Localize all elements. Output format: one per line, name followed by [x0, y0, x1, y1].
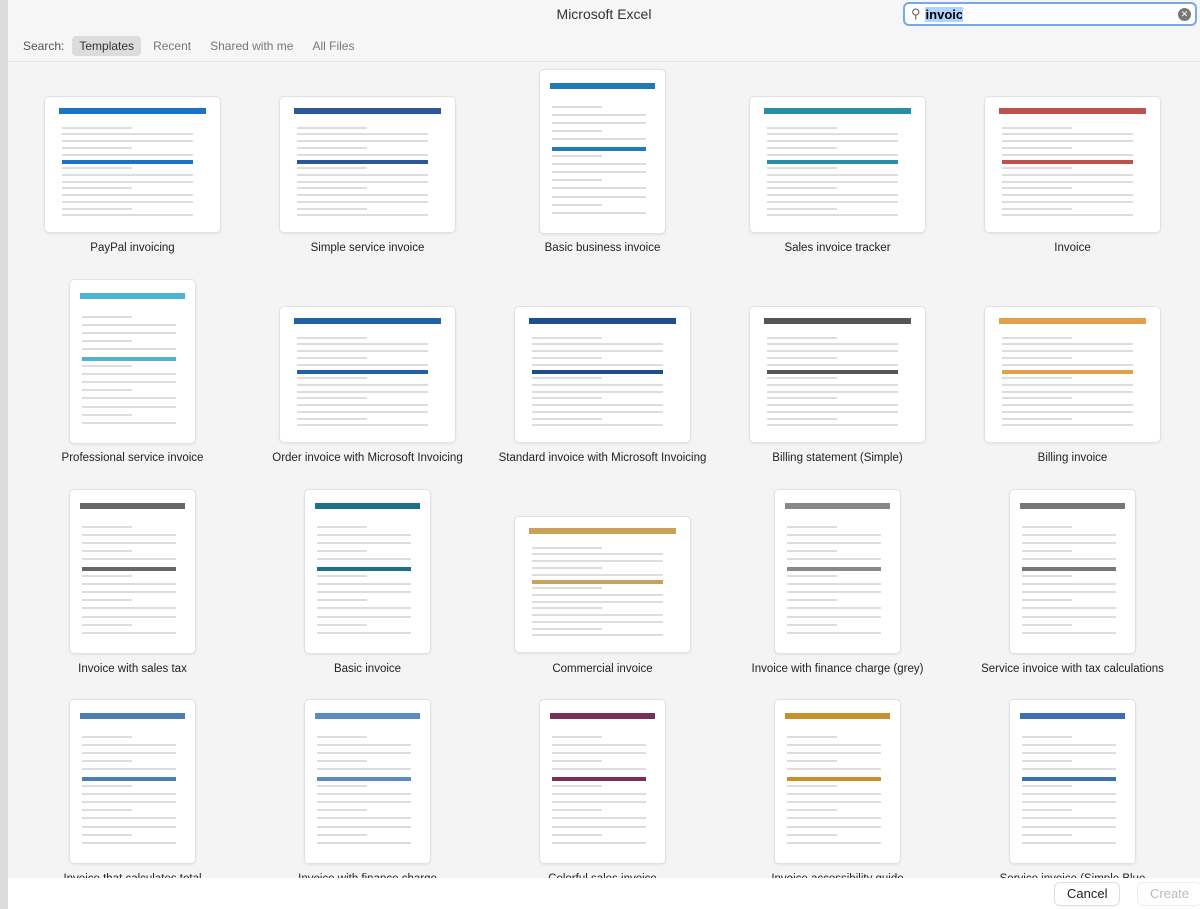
template-thumbnail[interactable] [69, 490, 195, 653]
template-thumbnail[interactable] [749, 97, 925, 232]
template-name: Basic invoice [333, 663, 402, 675]
template-thumbnail[interactable] [1009, 490, 1135, 653]
template-name: Invoice [1054, 242, 1091, 254]
search-scope-label: Search: [23, 38, 65, 53]
template-thumbnail[interactable] [749, 307, 925, 442]
template-item[interactable]: Billing statement (Simple) [720, 280, 955, 490]
template-name: Billing statement (Simple) [772, 452, 903, 464]
window-edge [0, 0, 8, 909]
template-thumbnail[interactable] [279, 97, 455, 232]
template-item[interactable]: PayPal invoicing [15, 70, 250, 280]
template-item[interactable]: Invoice that calculates total [15, 700, 250, 878]
template-name: Commercial invoice [552, 663, 653, 675]
scope-tab-recent[interactable]: Recent [146, 36, 198, 56]
cancel-button[interactable]: Cancel [1055, 883, 1120, 905]
template-name: Billing invoice [1037, 452, 1108, 464]
dialog-footer: Cancel Create [8, 878, 1200, 909]
template-name: PayPal invoicing [90, 242, 175, 254]
template-item[interactable]: Sales invoice tracker [720, 70, 955, 280]
template-thumbnail[interactable] [1009, 700, 1135, 863]
template-thumbnail[interactable] [514, 517, 690, 652]
search-field[interactable]: ⚲ ✕ [903, 2, 1197, 26]
scope-tab-templates[interactable]: Templates [72, 35, 142, 56]
template-name: Invoice with sales tax [78, 663, 187, 675]
template-thumbnail[interactable] [774, 700, 900, 863]
template-thumbnail[interactable] [304, 490, 430, 653]
template-name: Order invoice with Microsoft Invoicing [272, 452, 463, 464]
search-input[interactable] [924, 6, 963, 22]
scope-tab-all-files[interactable]: All Files [305, 36, 361, 56]
template-thumbnail[interactable] [774, 490, 900, 653]
template-item[interactable]: Billing invoice [955, 280, 1190, 490]
template-thumbnail[interactable] [984, 97, 1160, 232]
create-button[interactable]: Create [1138, 883, 1200, 905]
template-thumbnail[interactable] [539, 70, 665, 233]
template-item[interactable]: Commercial invoice [485, 490, 720, 700]
template-item[interactable]: Simple service invoice [250, 70, 485, 280]
template-thumbnail[interactable] [44, 97, 220, 232]
template-item[interactable]: Colorful sales invoice [485, 700, 720, 878]
clear-icon[interactable]: ✕ [1178, 8, 1191, 21]
template-name: Standard invoice with Microsoft Invoicin… [498, 452, 707, 464]
template-item[interactable]: Invoice with finance charge [250, 700, 485, 878]
template-thumbnail[interactable] [279, 307, 455, 442]
template-name: Sales invoice tracker [784, 242, 891, 254]
template-thumbnail[interactable] [304, 700, 430, 863]
template-item[interactable]: Service invoice (Simple Blue [955, 700, 1190, 878]
template-name: Professional service invoice [61, 452, 204, 464]
template-item[interactable]: Standard invoice with Microsoft Invoicin… [485, 280, 720, 490]
template-thumbnail[interactable] [69, 280, 195, 443]
template-item[interactable]: Invoice with sales tax [15, 490, 250, 700]
template-thumbnail[interactable] [514, 307, 690, 442]
template-item[interactable]: Service invoice with tax calculations [955, 490, 1190, 700]
template-name: Service invoice with tax calculations [981, 663, 1164, 675]
template-item[interactable]: Order invoice with Microsoft Invoicing [250, 280, 485, 490]
template-name: Simple service invoice [310, 242, 425, 254]
template-thumbnail[interactable] [69, 700, 195, 863]
template-name: Invoice with finance charge (grey) [751, 663, 924, 675]
template-item[interactable]: Invoice with finance charge (grey) [720, 490, 955, 700]
scope-tab-shared[interactable]: Shared with me [203, 36, 300, 56]
template-thumbnail[interactable] [984, 307, 1160, 442]
template-name: Basic business invoice [544, 242, 661, 254]
search-scope-bar: Search: Templates Recent Shared with me … [8, 30, 1200, 62]
template-item[interactable]: Basic business invoice [485, 70, 720, 280]
template-item[interactable]: Basic invoice [250, 490, 485, 700]
template-item[interactable]: Invoice [955, 70, 1190, 280]
template-grid: PayPal invoicing Simple service invoice Ba… [8, 62, 1200, 878]
template-thumbnail[interactable] [539, 700, 665, 863]
template-item[interactable]: Invoice accessibility guide [720, 700, 955, 878]
template-item[interactable]: Professional service invoice [15, 280, 250, 490]
magnifier-icon: ⚲ [911, 6, 921, 21]
